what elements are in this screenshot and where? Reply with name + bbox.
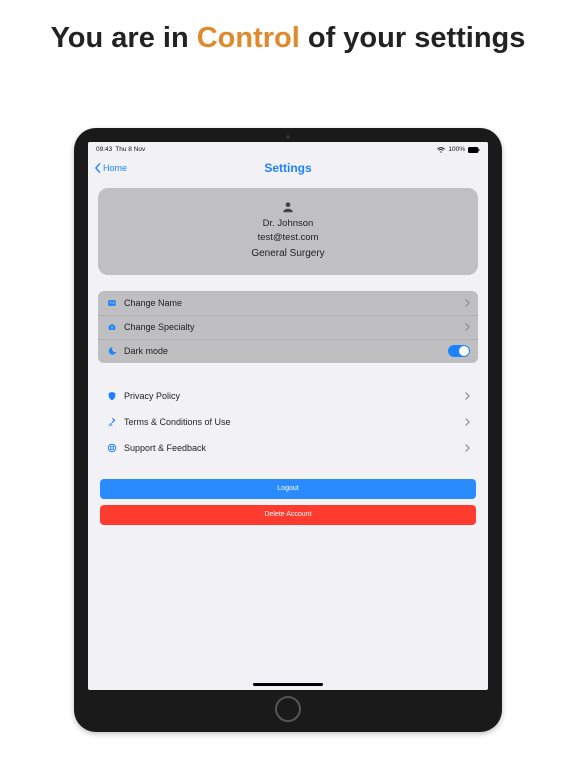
lifebuoy-icon bbox=[106, 442, 117, 453]
row-privacy-policy[interactable]: Privacy Policy bbox=[98, 383, 478, 409]
action-buttons: Logout Delete Account bbox=[98, 479, 478, 525]
camera-dot bbox=[286, 135, 290, 139]
page-title: Settings bbox=[264, 161, 311, 175]
logout-button[interactable]: Logout bbox=[100, 479, 476, 499]
row-label: Terms & Conditions of Use bbox=[124, 417, 465, 427]
battery-icon bbox=[468, 147, 480, 153]
status-date: Thu 8 Nov bbox=[115, 146, 145, 153]
briefcase-medical-icon bbox=[106, 322, 117, 333]
status-battery-text: 100% bbox=[448, 146, 465, 153]
settings-group-account: Change Name Change Specialty bbox=[98, 291, 478, 363]
row-label: Dark mode bbox=[124, 346, 448, 356]
profile-email: test@test.com bbox=[108, 231, 468, 245]
avatar-icon bbox=[281, 200, 295, 214]
back-button[interactable]: Home bbox=[94, 163, 127, 173]
row-label: Support & Feedback bbox=[124, 443, 465, 453]
row-change-name[interactable]: Change Name bbox=[98, 291, 478, 315]
content: Dr. Johnson test@test.com General Surger… bbox=[88, 180, 488, 690]
home-button[interactable] bbox=[275, 696, 301, 722]
tablet-frame: 09:43 Thu 8 Nov 100% bbox=[74, 128, 502, 732]
chevron-right-icon bbox=[465, 299, 470, 307]
promo-pre: You are in bbox=[51, 22, 197, 54]
settings-group-info: Privacy Policy Terms & Conditions of Use bbox=[98, 383, 478, 461]
moon-icon bbox=[106, 346, 117, 357]
delete-account-button[interactable]: Delete Account bbox=[100, 505, 476, 525]
chevron-right-icon bbox=[465, 418, 470, 426]
row-dark-mode: Dark mode bbox=[98, 339, 478, 363]
promo-post: of your settings bbox=[300, 22, 526, 54]
row-label: Change Specialty bbox=[124, 322, 465, 332]
wifi-icon bbox=[437, 147, 445, 153]
person-card-icon bbox=[106, 297, 117, 308]
screen: 09:43 Thu 8 Nov 100% bbox=[88, 142, 488, 690]
row-terms[interactable]: Terms & Conditions of Use bbox=[98, 409, 478, 435]
profile-specialty: General Surgery bbox=[108, 246, 468, 261]
home-indicator bbox=[253, 683, 323, 686]
status-time: 09:43 bbox=[96, 146, 112, 153]
row-label: Privacy Policy bbox=[124, 391, 465, 401]
chevron-right-icon bbox=[465, 392, 470, 400]
chevron-right-icon bbox=[465, 323, 470, 331]
chevron-left-icon bbox=[94, 163, 101, 173]
promo-headline: You are in Control of your settings bbox=[0, 0, 576, 55]
dark-mode-toggle[interactable] bbox=[448, 345, 470, 357]
profile-card: Dr. Johnson test@test.com General Surger… bbox=[98, 188, 478, 275]
row-label: Change Name bbox=[124, 298, 465, 308]
chevron-right-icon bbox=[465, 444, 470, 452]
promo-accent: Control bbox=[197, 22, 300, 54]
nav-bar: Home Settings bbox=[88, 156, 488, 180]
profile-name: Dr. Johnson bbox=[108, 217, 468, 231]
gavel-icon bbox=[106, 416, 117, 427]
status-bar: 09:43 Thu 8 Nov 100% bbox=[88, 142, 488, 156]
row-support[interactable]: Support & Feedback bbox=[98, 435, 478, 461]
back-label: Home bbox=[103, 163, 127, 173]
row-change-specialty[interactable]: Change Specialty bbox=[98, 315, 478, 339]
shield-icon bbox=[106, 390, 117, 401]
